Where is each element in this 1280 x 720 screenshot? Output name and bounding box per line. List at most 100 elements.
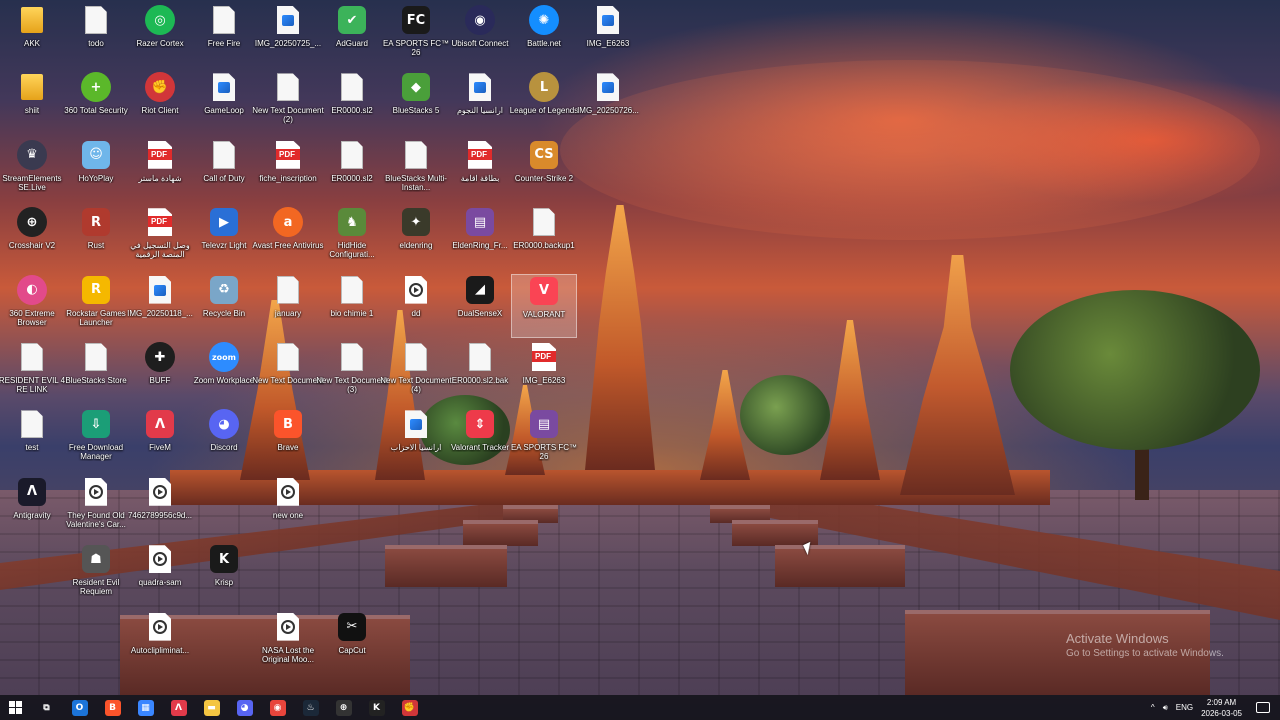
start-button[interactable] (0, 695, 30, 720)
language-indicator[interactable]: ENG (1176, 703, 1193, 712)
desktop-icon-league-of-legends[interactable]: L League of Legends (510, 71, 578, 135)
desktop-icon-er0000-sl2[interactable]: ER0000.sl2 (319, 139, 385, 203)
desktop-icon-crosshair-v2[interactable]: ⊕ Crosshair V2 (0, 206, 65, 270)
desktop-icon-ubisoft-connect[interactable]: ◉ Ubisoft Connect (447, 4, 513, 68)
desktop-icon-img-e6263[interactable]: IMG_E6263 (575, 4, 641, 68)
desktop-icon-free-download-manager[interactable]: ⇩ Free Download Manager (63, 408, 129, 472)
desktop-icon-battle-net[interactable]: ✺ Battle.net (511, 4, 577, 68)
desktop-icon-streamelements-se-live[interactable]: ♛ StreamElements SE.Live (0, 139, 65, 203)
desktop-icon-todo[interactable]: todo (63, 4, 129, 68)
desktop-icon-fivem[interactable]: Λ FiveM (127, 408, 193, 472)
desktop-icon-counter-strike-2[interactable]: CS Counter-Strike 2 (511, 139, 577, 203)
riot-client-app-icon: ✊ (143, 71, 177, 103)
desktop-icon-resident-evil-4-re-link[interactable]: RESIDENT EVIL 4 RE LINK (0, 341, 65, 405)
desktop-icon-360-total-security[interactable]: +360 Total Security (63, 71, 129, 135)
desktop-icon-valorant[interactable]: V VALORANT (511, 273, 577, 338)
desktop-icon-brave[interactable]: B Brave (255, 408, 321, 472)
wallpaper-stone-block (385, 545, 507, 587)
desktop-icon-dualsensex[interactable]: ◢ DualSenseX (447, 274, 513, 338)
desktop-icon-riot-client[interactable]: ✊ Riot Client (127, 71, 193, 135)
ea-sports-fc-26-app-icon: FC (399, 4, 433, 36)
desktop-icon-bluestacks-store[interactable]: BlueStacks Store (63, 341, 129, 405)
desktop-icon-dd[interactable]: dd (383, 274, 449, 338)
desktop-icon-quadra-sam[interactable]: quadra-sam (127, 543, 193, 607)
desktop-icon-item[interactable]: PDF بطاقة اقامة (447, 139, 513, 203)
desktop-icon-resident-evil-requiem[interactable]: ☗ Resident Evil Requiem (63, 543, 129, 607)
taskbar-fivem[interactable]: Λ (162, 695, 195, 720)
taskbar-steam[interactable]: ♨ (294, 695, 327, 720)
taskbar-discord[interactable]: ◕ (228, 695, 261, 720)
desktop-icon-test[interactable]: test (0, 408, 65, 472)
desktop-icon-img-20250725[interactable]: IMG_20250725_... (255, 4, 321, 68)
desktop-icon-adguard[interactable]: ✔ AdGuard (319, 4, 385, 68)
taskbar-explorer[interactable]: ▬ (195, 695, 228, 720)
desktop-icon-avast-free-antivirus[interactable]: a Avast Free Antivirus (252, 206, 324, 270)
notification-center-icon[interactable] (1256, 702, 1270, 713)
desktop-icon-new-text-document-4[interactable]: New Text Document (4) (380, 341, 452, 405)
brave-icon: B (104, 699, 121, 716)
desktop-icon-nasa-lost-the-original-moo[interactable]: NASA Lost the Original Moo... (255, 611, 321, 675)
taskbar-crosshair[interactable]: ⊕ (327, 695, 360, 720)
desktop-icon-er0000-sl2-bak[interactable]: ER0000.sl2.bak (447, 341, 513, 405)
task-view-button[interactable]: ⧉ (30, 695, 63, 720)
desktop-icon-bluestacks-5[interactable]: ◆ BlueStacks 5 (383, 71, 449, 135)
desktop-icon-new-text-document-3[interactable]: New Text Document (3) (316, 341, 388, 405)
taskbar-chrome[interactable]: ◉ (261, 695, 294, 720)
volume-icon[interactable]: 🔊︎ (1163, 703, 1168, 713)
desktop-icon-item[interactable]: PDF وصل التسجيل في المنصة الرقمية (127, 206, 193, 270)
desktop-icon-hoyoplay[interactable]: ☺ HoYoPlay (63, 139, 129, 203)
desktop-icon-antigravity[interactable]: Λ Antigravity (0, 476, 65, 540)
desktop-icon-label: 360 Total Security (64, 106, 128, 116)
taskbar-riot[interactable]: ✊ (393, 695, 426, 720)
desktop-icon-autoclipliminat[interactable]: Autoclipliminat... (127, 611, 193, 675)
desktop-icon-7462789956c9d[interactable]: 7462789956c9d... (127, 476, 193, 540)
desktop-icon-discord[interactable]: ◕ Discord (191, 408, 257, 472)
desktop-icon-bluestacks-multi-instan[interactable]: BlueStacks Multi-Instan... (383, 139, 449, 203)
desktop-icon-free-fire[interactable]: Free Fire (191, 4, 257, 68)
desktop-icon-new-text-document-2[interactable]: New Text Document (2) (252, 71, 324, 135)
desktop-icon-item[interactable]: PDF شهادة ماستر (127, 139, 193, 203)
desktop-icon-img-e6263[interactable]: PDF IMG_E6263 (511, 341, 577, 405)
desktop-icon-img-20250118[interactable]: IMG_20250118_... (127, 274, 193, 338)
clock[interactable]: 2:09 AM 2026-03-05 (1201, 697, 1242, 719)
desktop-icon-gameloop[interactable]: GameLoop (191, 71, 257, 135)
desktop-icon-fiche-inscription[interactable]: PDF fiche_inscription (255, 139, 321, 203)
desktop-icon-january[interactable]: january (255, 274, 321, 338)
desktop-icon-img-20250726[interactable]: IMG_20250726... (575, 71, 641, 135)
desktop-icon-eldenring[interactable]: ✦ eldenring (383, 206, 449, 270)
desktop-icon-er0000-backup1[interactable]: ER0000.backup1 (511, 206, 577, 270)
desktop-icon-razer-cortex[interactable]: ◎ Razer Cortex (127, 4, 193, 68)
desktop-icon-zoom-workplace[interactable]: zoom Zoom Workplace (191, 341, 257, 405)
desktop-icon-rockstar-games-launcher[interactable]: R Rockstar Games Launcher (63, 274, 129, 338)
desktop-icon-new-one[interactable]: new one (255, 476, 321, 540)
desktop-icon-ea-sports-fc-26[interactable]: FC EA SPORTS FC™ 26 (383, 4, 449, 68)
desktop-icon-hidhide-configurati[interactable]: ♞ HidHide Configurati... (319, 206, 385, 270)
taskbar-brave[interactable]: B (96, 695, 129, 720)
tray-overflow-chevron-icon[interactable]: ^ (1151, 703, 1155, 712)
desktop-icon-new-text-document[interactable]: New Text Document (252, 341, 324, 405)
desktop-icon-label: test (25, 443, 39, 453)
desktop-icon-eldenring-fr[interactable]: ▤ EldenRing_Fr... (447, 206, 513, 270)
wallpaper-stone-block (463, 520, 538, 546)
desktop-icon-recycle-bin[interactable]: ♻ Recycle Bin (191, 274, 257, 338)
desktop-icon-item[interactable]: ارانسيا الاحزاب (383, 408, 449, 472)
desktop-icon-krisp[interactable]: K Krisp (191, 543, 257, 607)
desktop-icon-bio-chimie-1[interactable]: bio chimie 1 (319, 274, 385, 338)
desktop-icon-valorant-tracker[interactable]: ⇕ Valorant Tracker (447, 408, 513, 472)
desktop-icon-label: Avast Free Antivirus (252, 241, 324, 251)
desktop-icon-360-extreme-browser[interactable]: ◐ 360 Extreme Browser (0, 274, 65, 338)
desktop-icon-shiit[interactable]: shiit (0, 71, 65, 135)
desktop-icon-item[interactable]: ارانسیا النجوم (447, 71, 513, 135)
desktop-icon-er0000-sl2[interactable]: ER0000.sl2 (319, 71, 385, 135)
desktop-icon-ea-sports-fc-26[interactable]: ▤ EA SPORTS FC™ 26 (511, 408, 577, 472)
desktop-icon-televzr-light[interactable]: ▶ Televzr Light (191, 206, 257, 270)
desktop-icon-buff[interactable]: ✚ BUFF (127, 341, 193, 405)
desktop-icon-rust[interactable]: R Rust (63, 206, 129, 270)
taskbar-outlook[interactable]: O (63, 695, 96, 720)
desktop-icon-akk[interactable]: AKK (0, 4, 65, 68)
desktop-icon-capcut[interactable]: ✂ CapCut (319, 611, 385, 675)
taskbar-store[interactable]: ▦ (129, 695, 162, 720)
desktop-icon-call-of-duty[interactable]: Call of Duty (191, 139, 257, 203)
taskbar-krisp[interactable]: K (360, 695, 393, 720)
desktop-icon-they-found-old-valentine-s-car[interactable]: They Found Old Valentine's Car... (63, 476, 129, 540)
